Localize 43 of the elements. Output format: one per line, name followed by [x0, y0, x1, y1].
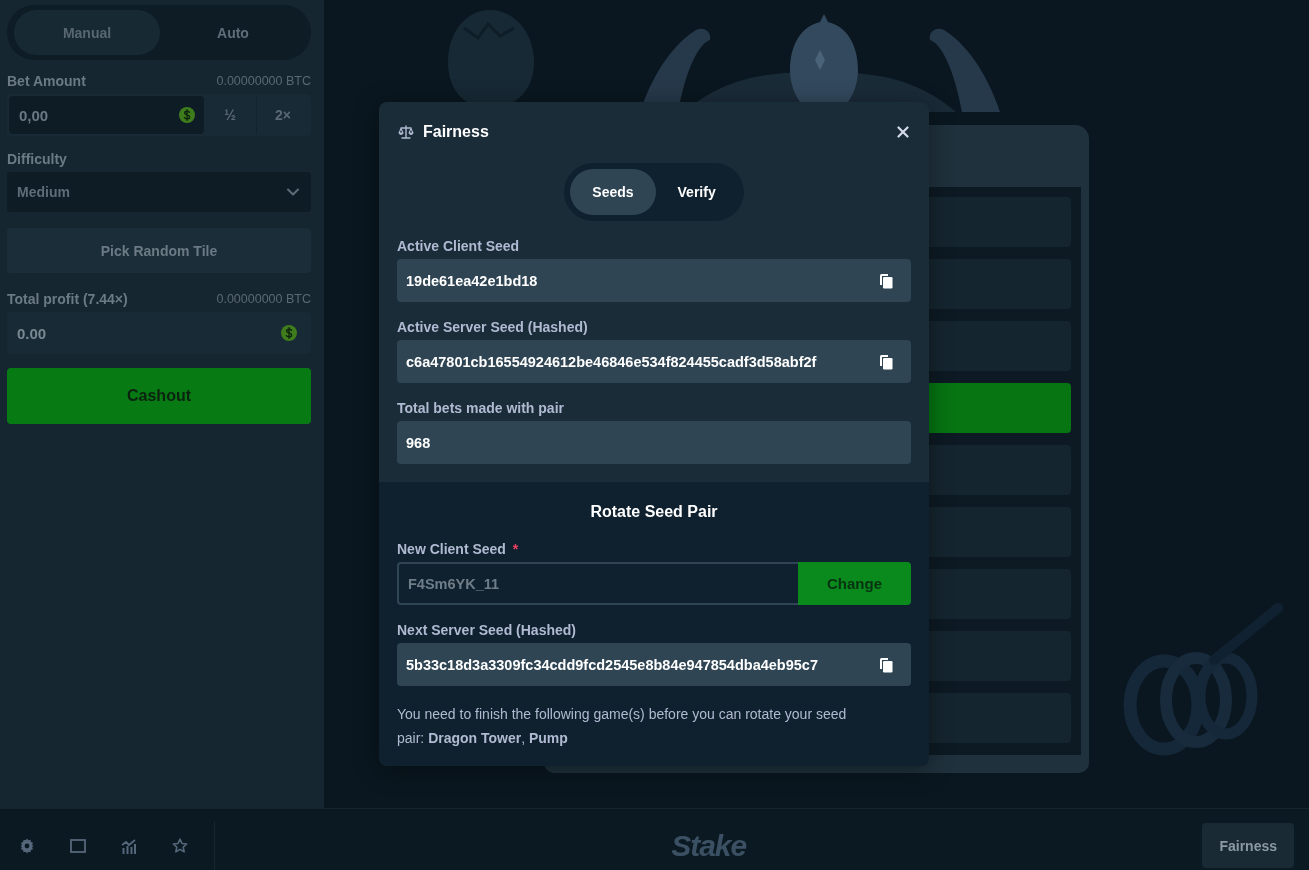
bet-modifier-button[interactable]: 2× — [256, 96, 309, 134]
field-label: Active Client Seed — [397, 237, 521, 256]
difficulty-select[interactable]: Medium — [7, 172, 311, 212]
total-profit-field[interactable]: 0.00 — [7, 312, 311, 354]
star-icon[interactable] — [172, 837, 188, 854]
field-label: Active Server Seed (Hashed) — [397, 318, 589, 337]
copy-icon[interactable] — [879, 272, 893, 289]
dollar-coin-icon — [281, 325, 297, 341]
field-label: New Client Seed — [397, 541, 506, 557]
dollar-coin-icon — [179, 107, 195, 123]
square-icon[interactable] — [70, 837, 86, 854]
chart-icon[interactable] — [121, 837, 137, 854]
mode-tab[interactable]: Auto — [160, 10, 306, 55]
cashout-button[interactable]: Cashout — [7, 368, 311, 424]
pick-random-tile-button[interactable]: Pick Random Tile — [7, 228, 311, 273]
field-label: Next Server Seed (Hashed) — [397, 621, 577, 640]
bet-amount-field[interactable]: 0,00 — [9, 96, 204, 134]
seed-field[interactable]: 5b33c18d3a3309fc34cdd9fcd2545e8b84e947854dba4eb95c7 — [397, 643, 911, 686]
rotate-note: You need to finish the following game(s) before you can rotate your seed pair: Dragon Tower, Pump — [397, 705, 848, 748]
seed-field[interactable]: 19de61ea42e1bd18 — [397, 259, 911, 302]
field-label: Difficulty — [7, 151, 67, 167]
btc-amount: 0.00000000 BTC — [216, 292, 311, 306]
dialog-tab[interactable]: Verify — [655, 169, 738, 215]
mode-tab[interactable]: Manual — [14, 10, 160, 55]
copy-icon[interactable] — [879, 353, 893, 370]
chevron-down-icon — [287, 188, 299, 196]
field-label: Bet Amount — [7, 73, 86, 89]
field-label: Total bets made with pair — [397, 399, 565, 418]
seed-field[interactable]: 968 — [397, 421, 911, 464]
required-mark: * — [512, 541, 519, 557]
fairness-button[interactable]: Fairness — [1202, 823, 1294, 868]
scale-icon — [398, 124, 414, 140]
field-label: Total profit (7.44×) — [7, 291, 128, 307]
btc-amount: 0.00000000 BTC — [216, 74, 311, 88]
site-logo: Stake — [671, 828, 747, 863]
dialog-tab[interactable]: Seeds — [570, 169, 656, 215]
bet-modifier-button[interactable]: ½ — [204, 96, 256, 134]
seed-field[interactable]: c6a47801cb16554924612be46846e534f824455cadf3d58abf2f — [397, 340, 911, 383]
settings-icon[interactable] — [19, 837, 35, 854]
close-icon[interactable] — [897, 126, 909, 138]
copy-icon[interactable] — [879, 656, 893, 673]
dialog-title: Fairness — [423, 123, 489, 141]
section-title: Rotate Seed Pair — [589, 502, 719, 522]
